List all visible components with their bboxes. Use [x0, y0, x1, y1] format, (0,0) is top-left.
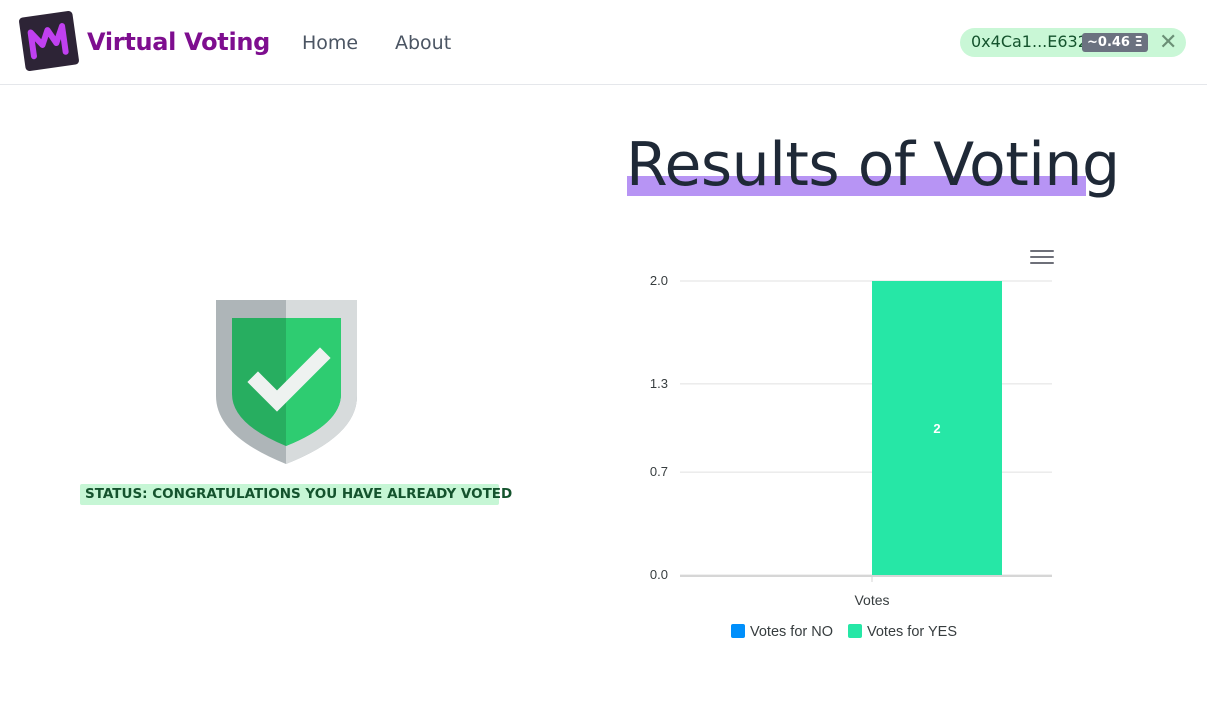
- shield-check-icon: [216, 300, 357, 464]
- navbar: Virtual Voting Home About 0x4Ca1...E632 …: [0, 0, 1207, 85]
- nav-about-link[interactable]: About: [395, 32, 451, 54]
- chart-menu-icon[interactable]: [1030, 250, 1054, 268]
- y-tick-label: 0.0: [650, 567, 668, 582]
- results-heading: Results of Voting: [626, 130, 1120, 205]
- brand-title[interactable]: Virtual Voting: [87, 28, 270, 56]
- x-category-label: Votes: [854, 592, 889, 608]
- y-tick-label: 1.3: [650, 376, 668, 391]
- legend-marker[interactable]: [848, 624, 862, 638]
- y-tick-label: 0.7: [650, 464, 668, 479]
- wallet-address[interactable]: 0x4Ca1...E632: [971, 32, 1088, 51]
- y-tick-label: 2.0: [650, 273, 668, 288]
- status-message: STATUS: CONGRATULATIONS YOU HAVE ALREADY…: [80, 484, 512, 505]
- app-logo-icon[interactable]: [16, 8, 82, 74]
- legend-item[interactable]: Votes for YES: [867, 624, 957, 640]
- close-icon[interactable]: ✕: [1159, 29, 1177, 55]
- nav-home-link[interactable]: Home: [302, 32, 358, 54]
- data-label: 2: [933, 421, 940, 436]
- legend-item[interactable]: Votes for NO: [750, 624, 833, 640]
- results-chart: 0.0 0.7 1.3 2.0 2 Votes Votes for NO Votes for …: [650, 273, 1052, 640]
- wallet-balance: ~0.46 Ξ: [1082, 33, 1148, 52]
- legend-marker[interactable]: [731, 624, 745, 638]
- wallet-badge: 0x4Ca1...E632 ~0.46 Ξ ✕: [960, 28, 1186, 57]
- page-title: Results of Voting: [626, 130, 1120, 200]
